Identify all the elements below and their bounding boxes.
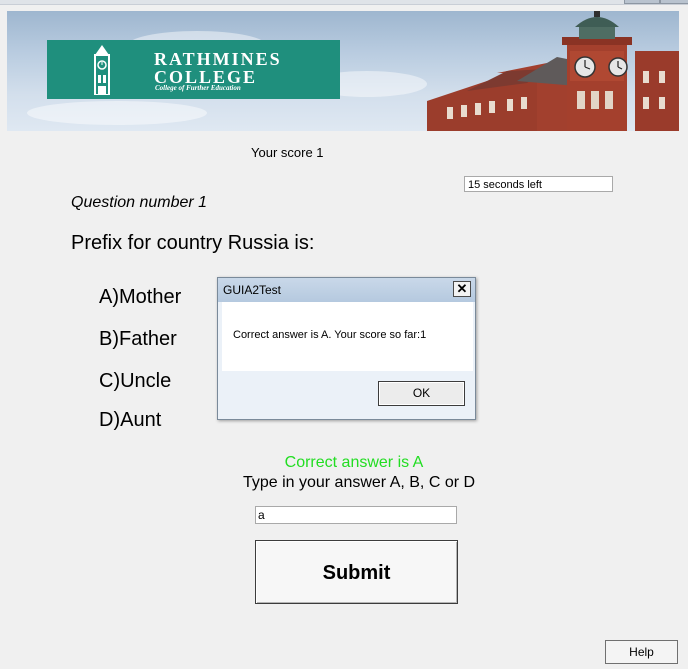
message-dialog: GUIA2Test ✕ Correct answer is A. Your sc… (217, 277, 476, 420)
option-a: A)Mother (99, 286, 182, 308)
college-tagline: College of Further Education (155, 84, 241, 92)
close-icon[interactable]: ✕ (453, 281, 471, 297)
answer-input[interactable]: a (255, 506, 457, 524)
college-name: RATHMINES COLLEGE (154, 50, 282, 86)
dialog-body: Correct answer is A. Your score so far:1 (222, 302, 473, 371)
window-control-button[interactable] (624, 0, 660, 4)
dialog-titlebar[interactable]: GUIA2Test ✕ (218, 278, 475, 302)
answer-instruction: Type in your answer A, B, C or D (242, 474, 476, 491)
window-top-strip (0, 0, 688, 5)
dialog-message: Correct answer is A. Your score so far:1 (233, 329, 427, 341)
timer-field[interactable]: 15 seconds left (464, 176, 613, 192)
clock-tower-logo-icon (94, 45, 110, 95)
college-name-line1: RATHMINES (154, 49, 282, 69)
option-c: C)Uncle (99, 370, 172, 392)
college-building-photo (427, 11, 679, 131)
submit-button[interactable]: Submit (255, 540, 458, 604)
question-text: Prefix for country Russia is: (71, 232, 315, 254)
college-banner: RATHMINES COLLEGE College of Further Edu… (7, 11, 679, 131)
question-number: Question number 1 (71, 194, 208, 211)
feedback-message: Correct answer is A (284, 454, 424, 471)
score-label: Your score 1 (251, 145, 324, 160)
help-button[interactable]: Help (605, 640, 678, 664)
dialog-title: GUIA2Test (223, 283, 282, 297)
option-d: D)Aunt (99, 409, 162, 431)
ok-button[interactable]: OK (378, 381, 465, 406)
college-logo: RATHMINES COLLEGE College of Further Edu… (47, 40, 340, 99)
option-b: B)Father (99, 328, 177, 350)
window-control-button[interactable] (660, 0, 688, 4)
